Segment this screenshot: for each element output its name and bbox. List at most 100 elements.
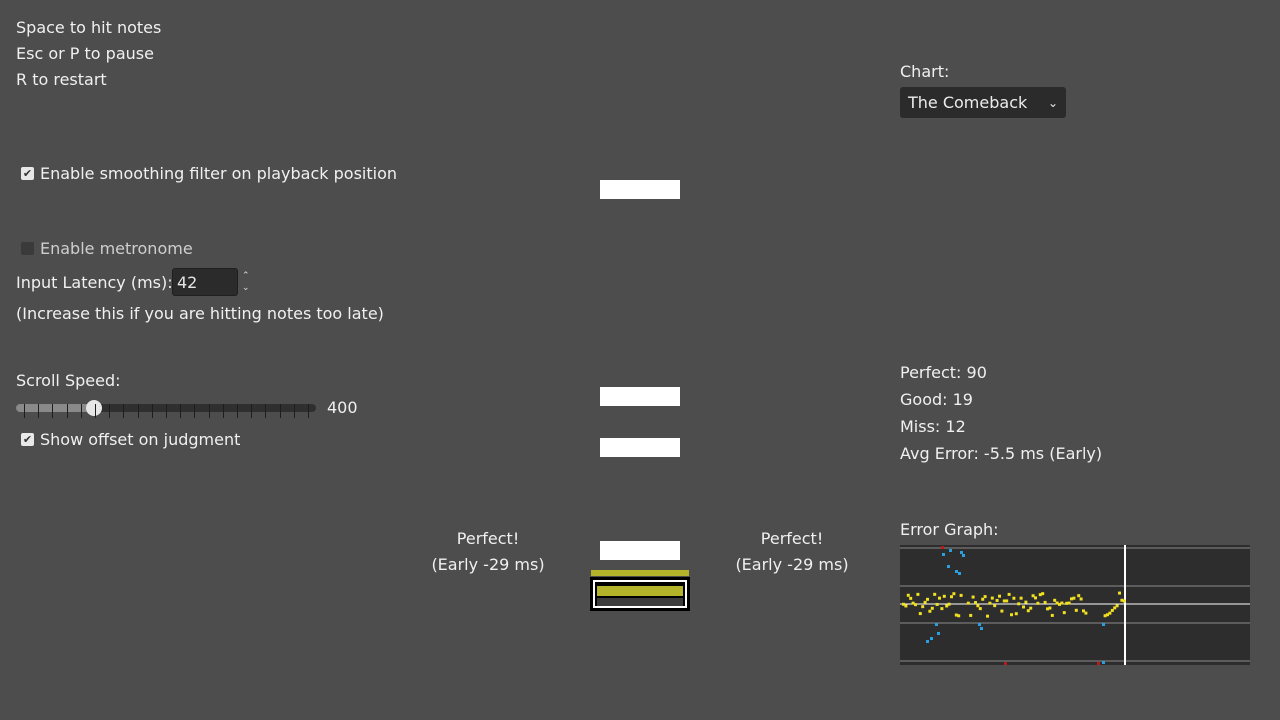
graph-point-perfect — [1007, 592, 1011, 596]
graph-point-perfect — [921, 605, 925, 609]
slider-tick — [123, 404, 125, 418]
graph-point-perfect — [1043, 600, 1047, 604]
graph-point-perfect — [1118, 591, 1121, 595]
slider-tick — [95, 404, 96, 418]
instruction-hit: Space to hit notes — [16, 18, 162, 37]
graph-point-perfect — [1048, 606, 1052, 610]
slider-tick — [293, 404, 295, 418]
graph-point-good — [978, 623, 981, 626]
latency-decrement-icon[interactable]: ⌄ — [242, 282, 250, 294]
graph-point-perfect — [904, 604, 908, 608]
graph-point-perfect — [981, 597, 985, 601]
graph-point-good — [1102, 661, 1105, 664]
note — [600, 438, 680, 457]
stat-avg-error: Avg Error: -5.5 ms (Early) — [900, 444, 1103, 463]
latency-label: Input Latency (ms): — [16, 273, 173, 292]
stat-perfect: Perfect: 90 — [900, 363, 987, 382]
graph-point-perfect — [971, 595, 975, 599]
scroll-speed-ticks — [16, 404, 316, 418]
show-offset-label: Show offset on judgment — [40, 429, 241, 449]
note — [600, 541, 680, 560]
graph-point-good — [935, 623, 938, 626]
smoothing-checkbox[interactable]: ✔ — [21, 166, 34, 180]
graph-point-good — [960, 551, 963, 554]
latency-hint: (Increase this if you are hitting notes … — [16, 304, 384, 323]
scroll-speed-value: 400 — [327, 398, 358, 417]
graph-point-perfect — [1024, 600, 1028, 604]
slider-tick — [237, 404, 238, 418]
show-offset-checkbox[interactable]: ✔ — [21, 432, 34, 446]
latency-value: 42 — [177, 272, 198, 292]
slider-tick — [52, 404, 54, 418]
instructions: Space to hit notes Esc or P to pause R t… — [16, 15, 161, 93]
graph-point-perfect — [969, 613, 973, 617]
stat-miss: Miss: 12 — [900, 417, 966, 436]
error-graph-plot — [900, 545, 1250, 665]
graph-point-good — [949, 549, 952, 552]
graph-point-perfect — [947, 602, 951, 606]
slider-tick — [151, 404, 153, 418]
slider-tick — [66, 404, 68, 418]
graph-point-perfect — [983, 595, 987, 599]
latency-increment-icon[interactable]: ⌃ — [242, 270, 250, 282]
metronome-checkbox[interactable] — [21, 241, 34, 255]
graph-point-miss — [1097, 662, 1100, 665]
graph-point-perfect — [1074, 608, 1078, 612]
chart-select[interactable]: The Comeback ⌄ — [900, 87, 1066, 118]
graph-point-perfect — [1053, 598, 1057, 602]
graph-point-perfect — [906, 593, 910, 597]
error-graph-label: Error Graph: — [900, 520, 999, 539]
graph-point-perfect — [942, 594, 946, 598]
graph-point-perfect — [1084, 611, 1088, 615]
graph-point-perfect — [928, 609, 932, 613]
graph-point-perfect — [930, 606, 934, 610]
graph-point-perfect — [966, 601, 970, 605]
judgment-right-offset: (Early -29 ms) — [735, 555, 849, 574]
graph-point-perfect — [959, 593, 963, 597]
slider-tick — [24, 404, 25, 418]
graph-point-miss — [941, 546, 944, 549]
graph-point-perfect — [976, 604, 980, 608]
slider-tick — [265, 404, 267, 418]
graph-point-perfect — [1010, 613, 1013, 617]
graph-point-perfect — [1036, 601, 1040, 605]
graph-point-perfect — [978, 607, 982, 611]
graph-point-perfect — [1062, 611, 1066, 615]
graph-point-perfect — [1060, 601, 1064, 605]
graph-point-perfect — [935, 602, 939, 606]
graph-point-perfect — [1072, 596, 1076, 600]
instruction-restart: R to restart — [16, 70, 107, 89]
judgment-left: Perfect! (Early -29 ms) — [418, 526, 558, 578]
smoothing-option[interactable]: ✔ Enable smoothing filter on playback po… — [21, 163, 397, 183]
hit-receptor — [590, 577, 690, 611]
chevron-down-icon: ⌄ — [1047, 95, 1058, 110]
graph-point-perfect — [993, 604, 997, 608]
chart-select-value: The Comeback — [908, 93, 1028, 112]
graph-point-perfect — [995, 598, 999, 602]
graph-point-good — [955, 570, 958, 573]
graph-point-perfect — [950, 595, 953, 599]
latency-input[interactable]: 42 — [172, 268, 238, 296]
graph-point-perfect — [940, 607, 944, 611]
graph-point-perfect — [1115, 604, 1119, 608]
graph-point-good — [930, 637, 933, 640]
note — [600, 180, 680, 199]
slider-tick — [279, 404, 281, 418]
graph-point-good — [937, 632, 940, 635]
slider-tick — [308, 404, 309, 418]
graph-point-perfect — [952, 592, 956, 596]
graph-point-perfect — [990, 596, 994, 600]
slider-tick — [109, 404, 111, 418]
graph-point-perfect — [1050, 613, 1054, 617]
show-offset-option[interactable]: ✔ Show offset on judgment — [21, 429, 240, 449]
graph-point-good — [947, 565, 950, 568]
graph-point-perfect — [1019, 596, 1023, 600]
graph-point-perfect — [1017, 602, 1021, 606]
graph-point-good — [958, 572, 961, 575]
graph-point-miss — [1004, 662, 1007, 665]
graph-point-perfect — [957, 614, 961, 618]
scroll-speed-label: Scroll Speed: — [16, 371, 121, 390]
metronome-option[interactable]: Enable metronome — [21, 238, 193, 258]
graph-point-good — [1102, 623, 1105, 626]
graph-point-good — [980, 627, 983, 630]
